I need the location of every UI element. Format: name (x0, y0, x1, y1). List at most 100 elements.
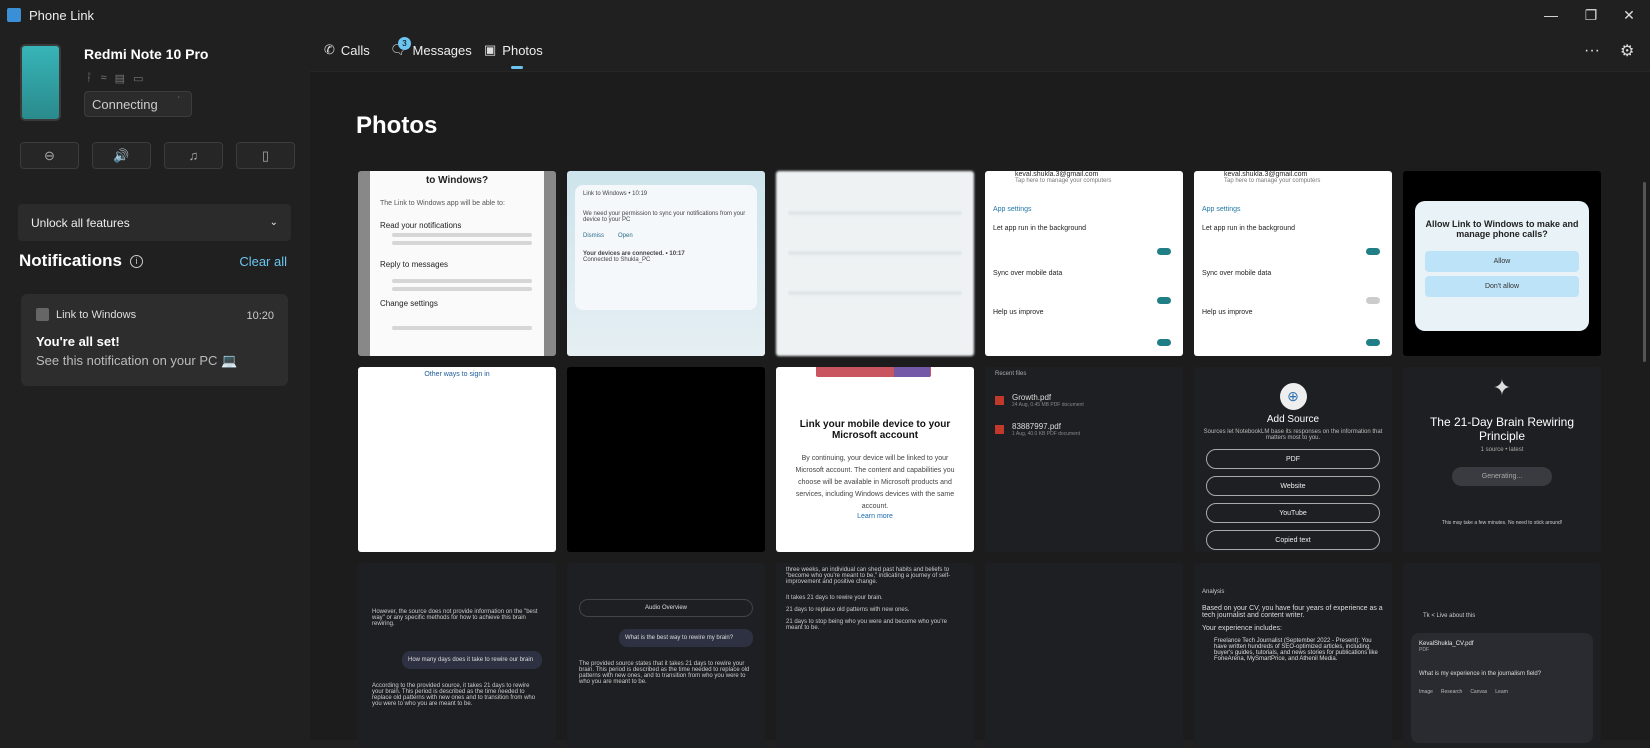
tab-calls-label: Calls (340, 42, 370, 58)
do-not-disturb-button[interactable]: ⊖ (20, 142, 79, 169)
tile-text: Sync over mobile data (1202, 270, 1272, 277)
tile-text: App settings (1202, 206, 1241, 213)
tab-messages[interactable]: 🗨 3 Messages (390, 37, 472, 58)
tile-placeholder (788, 211, 962, 215)
pdf-icon (995, 425, 1004, 434)
chevron-down-icon: ⌄ (269, 217, 278, 228)
settings-gear-icon[interactable]: ⚙ (1620, 41, 1634, 61)
tile-text: 1 source • latest (1480, 447, 1524, 453)
photo-tile[interactable]: Recent files Growth.pdf 24 Aug, 0.45 MB P… (985, 367, 1183, 552)
photo-tile[interactable]: Tk < Live about this KevalShukla_CV.pdf … (1403, 563, 1601, 748)
tile-placeholder (392, 279, 532, 283)
tile-chip: Research (1440, 689, 1463, 695)
sparkle-waveform-icon: ✦ (1492, 375, 1512, 400)
info-icon[interactable]: i (129, 254, 143, 268)
tile-text: Link your mobile device to your Microsof… (799, 419, 951, 441)
notification-app-name: Link to Windows (56, 308, 137, 321)
active-tab-indicator (511, 66, 523, 69)
tile-text: Generating... (1452, 467, 1552, 486)
tile-text: to Windows? (425, 175, 489, 186)
tile-text: The Link to Windows app will be able to: (380, 200, 505, 207)
photo-tile[interactable] (567, 367, 765, 552)
tile-text: Change settings (380, 299, 438, 308)
unlock-features-dropdown[interactable]: Unlock all features ⌄ (18, 204, 291, 241)
close-icon[interactable]: ✕ (1606, 0, 1650, 30)
photo-tile[interactable]: Other ways to sign in (358, 367, 556, 552)
tile-option: YouTube (1206, 503, 1380, 523)
tile-chip: Learn (1495, 689, 1509, 695)
tile-text: 1 Aug, 40.0 KB PDF document (1012, 431, 1081, 437)
tile-text: Allow (1425, 251, 1579, 272)
photo-tile[interactable] (985, 563, 1183, 748)
media-button[interactable]: ♫ (164, 142, 223, 169)
tile-text: The provided source states that it takes… (579, 661, 750, 685)
pdf-icon (995, 396, 1004, 405)
photo-tile[interactable]: However, the source does not provide inf… (358, 563, 556, 748)
page-title: Photos (356, 112, 438, 139)
volume-button[interactable]: 🔊 (92, 142, 151, 169)
tile-text: Based on your CV, you have four years of… (1202, 605, 1383, 619)
photos-icon: ▣ (484, 42, 497, 57)
tile-placeholder (392, 326, 532, 330)
app-icon (36, 308, 49, 321)
loading-spinner-icon: ˙ (177, 96, 181, 107)
wifi-icon: ≈ (100, 72, 107, 84)
tile-text: 24 Aug, 0.45 MB PDF document (1012, 402, 1084, 408)
tile-text: Sources let NotebookLM base its response… (1203, 429, 1383, 441)
tile-text: What is my experience in the journalism … (1419, 671, 1542, 677)
tile-placeholder (392, 241, 532, 245)
photo-tile[interactable]: Analysis Based on your CV, you have four… (1194, 563, 1392, 748)
speaker-icon: 🔊 (113, 147, 130, 163)
clear-all-link[interactable]: Clear all (239, 254, 287, 269)
tile-text: Growth.pdf (1012, 393, 1052, 402)
tile-text: Open (618, 233, 633, 239)
connection-status-label: Connecting (92, 97, 158, 112)
tile-option: Website (1206, 476, 1380, 496)
audio-output-button[interactable]: ▯ (236, 142, 295, 169)
tile-text: This may take a few minutes. No need to … (1441, 520, 1563, 526)
tile-text: Tap here to manage your computers (1015, 178, 1112, 184)
photo-tile[interactable]: ✦ The 21-Day Brain Rewiring Principle 1 … (1403, 367, 1601, 552)
photo-tile[interactable]: Allow Link to Windows to make and manage… (1403, 171, 1601, 356)
toggle (1157, 297, 1171, 304)
tile-text: Help us improve (993, 309, 1044, 316)
photo-tile[interactable]: Link to Windows • 10:19 We need your per… (567, 171, 765, 356)
notification-card[interactable]: Link to Windows 10:20 You're all set! Se… (21, 294, 288, 386)
tab-photos[interactable]: ▣ Photos (484, 42, 543, 58)
bluetooth-icon: ᛛ (86, 72, 93, 84)
phone-icon: ✆ (324, 42, 335, 57)
notification-title: You're all set! (36, 334, 120, 349)
connection-status: Connecting ˙ (84, 91, 192, 117)
tile-text: Link to Windows • 10:19 (583, 191, 648, 197)
tab-calls[interactable]: ✆ Calls (324, 42, 370, 58)
photo-tile[interactable]: ⊕ Add Source Sources let NotebookLM base… (1194, 367, 1392, 552)
sidebar: Redmi Note 10 Pro ᛛ ≈ ▤ ▭ Connecting ˙ ⊖… (0, 30, 310, 740)
photo-tile[interactable]: keval.shukla.3@gmail.com Tap here to man… (1194, 171, 1392, 356)
tile-text: keval.shukla.3@gmail.com (1224, 171, 1308, 178)
scrollbar[interactable] (1643, 182, 1646, 362)
tile-text: Recent files (995, 371, 1027, 377)
tile-placeholder (392, 233, 532, 237)
tab-photos-label: Photos (502, 42, 543, 58)
tile-text: It takes 21 days to rewire your brain. (786, 595, 883, 601)
tile-text: We need your permission to sync your not… (583, 211, 746, 223)
photo-tile[interactable]: Link your mobile device to your Microsof… (776, 367, 974, 552)
photo-tile[interactable]: to Windows? The Link to Windows app will… (358, 171, 556, 356)
tile-text: Add Source (1266, 414, 1320, 425)
tile-text: PDF (1419, 647, 1429, 653)
photo-tile[interactable] (776, 171, 974, 356)
tile-text: Let app run in the background (993, 225, 1087, 232)
notifications-title: Notifications i (19, 251, 143, 271)
tile-text: Sync over mobile data (993, 270, 1063, 277)
tile-text: Reply to messages (380, 260, 449, 269)
photo-grid: to Windows? The Link to Windows app will… (358, 171, 1601, 748)
photo-tile[interactable]: keval.shukla.3@gmail.com Tap here to man… (985, 171, 1183, 356)
tile-text: How many days does it take to rewire our… (402, 651, 542, 669)
quick-controls: ⊖ 🔊 ♫ ▯ (20, 142, 295, 169)
tile-placeholder (788, 291, 962, 295)
tile-text: However, the source does not provide inf… (372, 609, 538, 627)
photo-tile[interactable]: Audio Overview What is the best way to r… (567, 563, 765, 748)
more-options-icon[interactable]: ··· (1584, 42, 1600, 60)
device-status-icons: ᛛ ≈ ▤ ▭ (86, 72, 143, 85)
photo-tile[interactable]: three weeks, an individual can shed past… (776, 563, 974, 748)
